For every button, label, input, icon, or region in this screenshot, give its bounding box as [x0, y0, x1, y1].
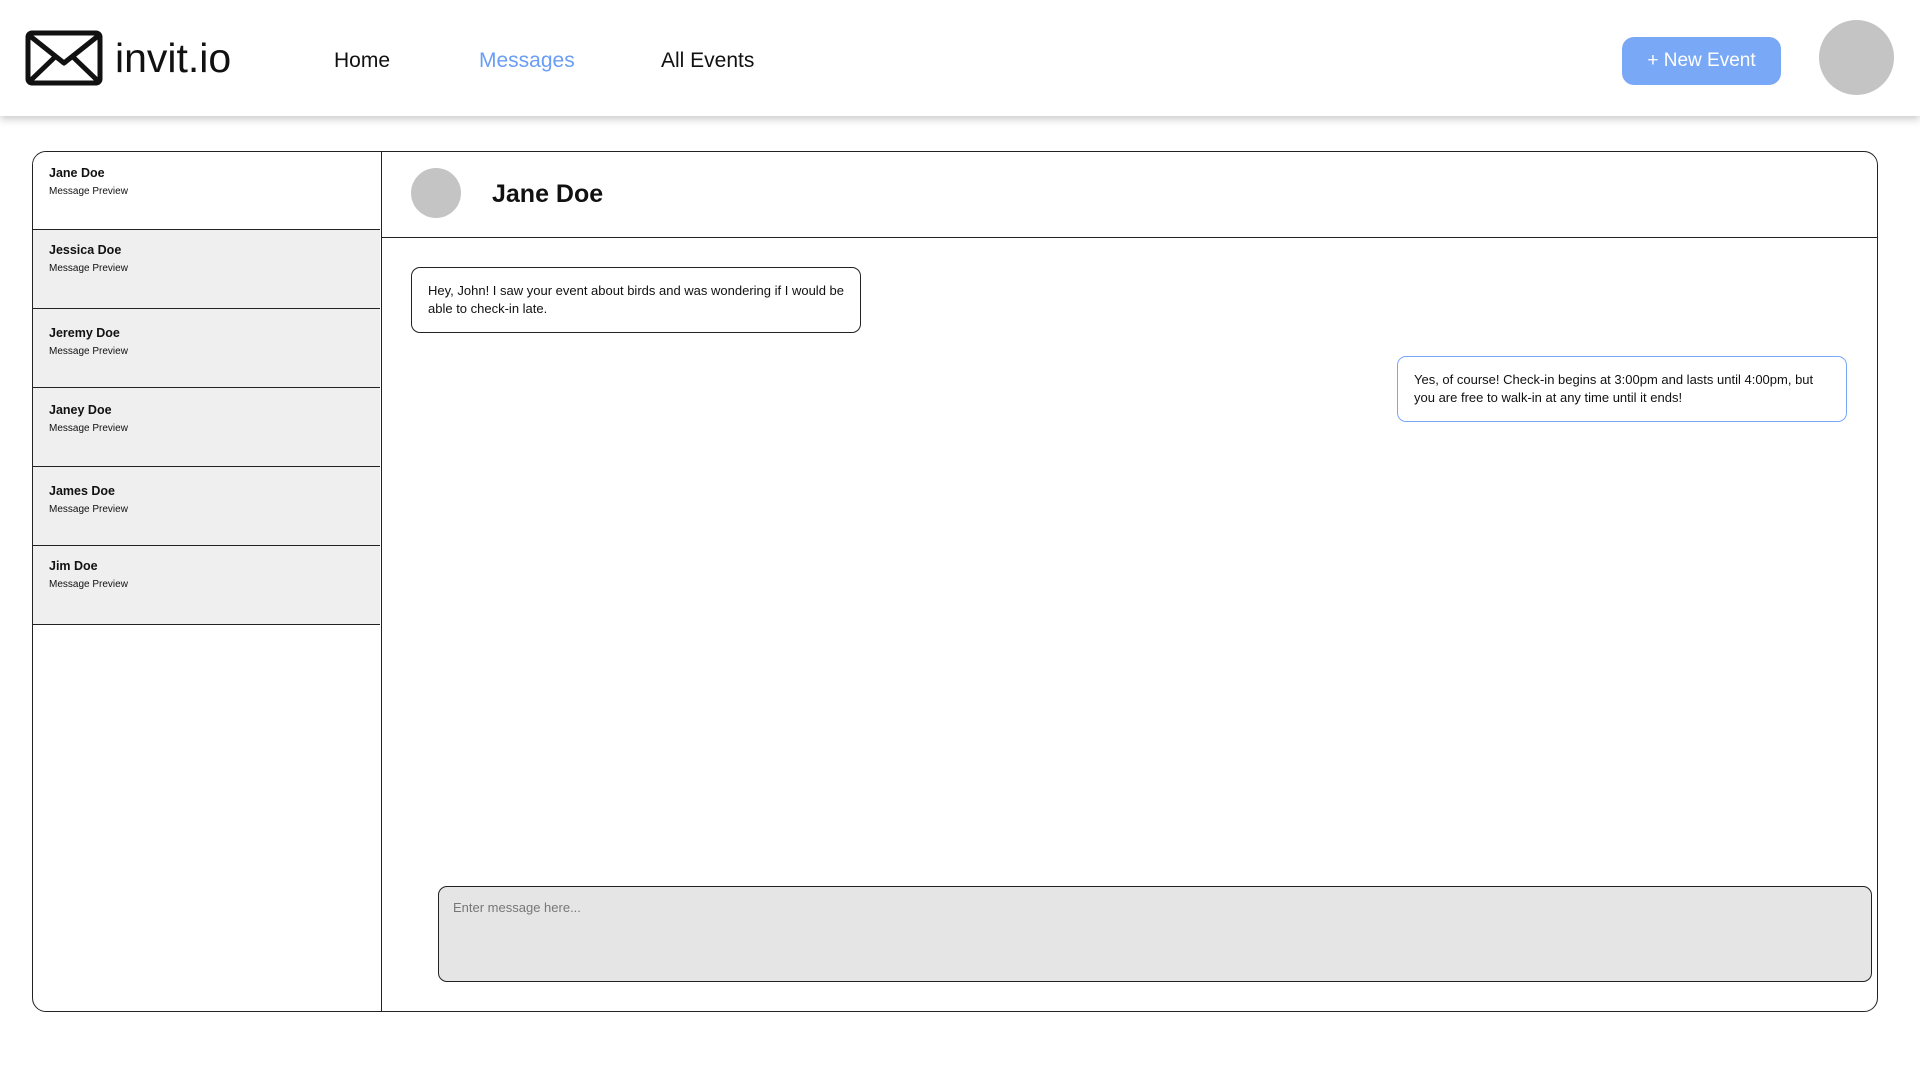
messages-panel: Jane Doe Message Preview Jessica Doe Mes… [32, 151, 1878, 1012]
conversation-preview: Message Preview [49, 579, 128, 590]
chat-header: Jane Doe [382, 152, 1877, 238]
conversation-list: Jane Doe Message Preview Jessica Doe Mes… [33, 152, 382, 1011]
top-nav-bar: invit.io Home Messages All Events + New … [0, 0, 1920, 116]
conversation-preview: Message Preview [49, 504, 128, 515]
conversation-name: James Doe [49, 484, 116, 498]
conversation-item-jessica-doe[interactable]: Jessica Doe Message Preview [33, 230, 380, 309]
conversation-name: Jessica Doe [49, 243, 122, 257]
conversation-item-janey-doe[interactable]: Janey Doe Message Preview [33, 388, 380, 467]
conversation-preview: Message Preview [49, 423, 128, 434]
incoming-message-bubble: Hey, John! I saw your event about birds … [411, 267, 861, 333]
conversation-item-jane-doe[interactable]: Jane Doe Message Preview [33, 152, 380, 230]
conversation-preview: Message Preview [49, 186, 128, 197]
conversation-item-james-doe[interactable]: James Doe Message Preview [33, 467, 380, 546]
profile-avatar[interactable] [1819, 20, 1894, 95]
conversation-item-jim-doe[interactable]: Jim Doe Message Preview [33, 546, 380, 625]
conversation-preview: Message Preview [49, 263, 128, 274]
conversation-item-jeremy-doe[interactable]: Jeremy Doe Message Preview [33, 309, 380, 388]
nav-home-link[interactable]: Home [334, 47, 390, 75]
brand-name[interactable]: invit.io [115, 32, 231, 84]
chat-contact-name: Jane Doe [492, 180, 604, 208]
conversation-name: Jeremy Doe [49, 326, 120, 340]
nav-all-events-link[interactable]: All Events [661, 47, 754, 75]
conversation-name: Janey Doe [49, 403, 112, 417]
contact-avatar[interactable] [411, 168, 461, 218]
new-event-button[interactable]: + New Event [1622, 37, 1781, 85]
outgoing-message-bubble: Yes, of course! Check-in begins at 3:00p… [1397, 356, 1847, 422]
conversation-name: Jim Doe [49, 559, 98, 573]
conversation-preview: Message Preview [49, 346, 128, 357]
nav-messages-link[interactable]: Messages [479, 47, 575, 75]
envelope-logo-icon[interactable] [25, 30, 103, 86]
message-input[interactable] [438, 886, 1872, 982]
conversation-name: Jane Doe [49, 166, 105, 180]
